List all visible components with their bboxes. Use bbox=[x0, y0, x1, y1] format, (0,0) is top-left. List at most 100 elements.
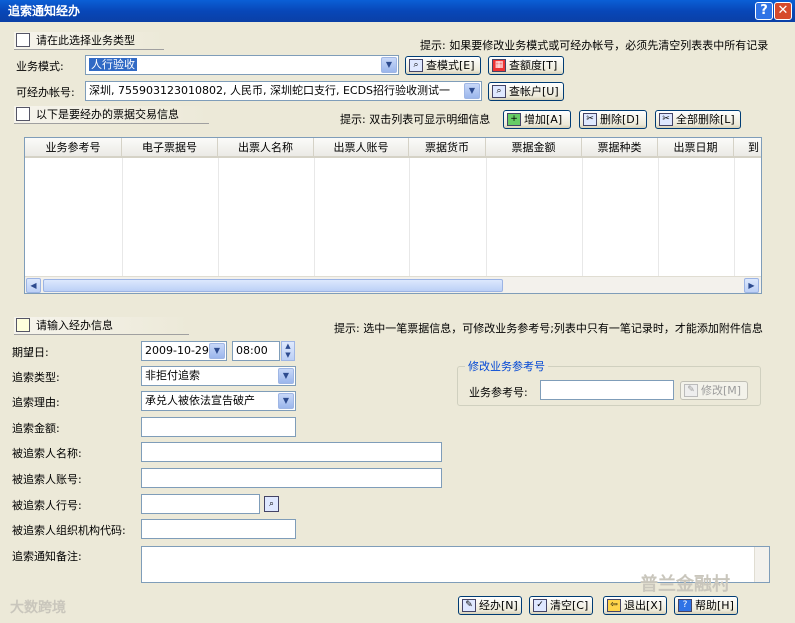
scroll-right-icon[interactable]: ▶ bbox=[744, 278, 759, 293]
query-mode-button-label: 查模式[E] bbox=[426, 59, 475, 72]
query-quota-button-label: 查额度[T] bbox=[509, 59, 558, 72]
payee-name-label: 被追索人名称: bbox=[12, 447, 82, 460]
edit-icon bbox=[16, 318, 30, 332]
input-hint: 提示: 选中一笔票据信息，可修改业务参考号;列表中只有一笔记录时，才能添加附件信… bbox=[334, 322, 763, 335]
input-header: 请输入经办信息 bbox=[36, 319, 113, 332]
bills-hint: 提示: 双击列表可显示明细信息 bbox=[340, 113, 491, 126]
delete-button[interactable]: ✂ 删除[D] bbox=[579, 110, 647, 129]
payee-org-input[interactable] bbox=[141, 519, 296, 539]
column-header[interactable]: 到 bbox=[734, 138, 761, 158]
reason-label: 追索理由: bbox=[12, 396, 60, 409]
help-button[interactable]: ? 帮助[H] bbox=[674, 596, 738, 615]
delete-all-button[interactable]: ✂ 全部删除[L] bbox=[655, 110, 741, 129]
watermark-right: 普兰金融村 bbox=[640, 574, 730, 595]
chevron-down-icon[interactable]: ▼ bbox=[381, 57, 397, 73]
payee-name-input[interactable] bbox=[141, 442, 442, 462]
add-button-label: 增加[A] bbox=[524, 113, 563, 126]
chevron-down-icon[interactable]: ▼ bbox=[278, 393, 294, 409]
account-label: 可经办帐号: bbox=[16, 86, 75, 99]
submit-button-label: 经办[N] bbox=[479, 599, 518, 612]
due-date-picker[interactable]: 2009-10-29 ▼ bbox=[141, 341, 227, 361]
account-value: 深圳, 755903123010802, 人民币, 深圳蛇口支行, ECDS招行… bbox=[89, 84, 451, 97]
time-spinner[interactable]: ▲ ▼ bbox=[281, 341, 295, 361]
query-mode-button[interactable]: ⌕ 查模式[E] bbox=[405, 56, 481, 75]
modify-button-label: 修改[M] bbox=[701, 384, 742, 397]
business-type-hint: 提示: 如果要修改业务模式或可经办帐号，必须先清空列表表中所有记录 bbox=[420, 39, 769, 52]
column-header[interactable]: 出票人名称 bbox=[218, 138, 314, 158]
payee-account-input[interactable] bbox=[141, 468, 442, 488]
bills-section: 以下是要经办的票据交易信息 bbox=[14, 106, 209, 124]
document-icon bbox=[16, 33, 30, 47]
business-mode-label: 业务模式: bbox=[16, 60, 64, 73]
scroll-left-icon[interactable]: ◀ bbox=[26, 278, 41, 293]
column-header[interactable]: 出票人账号 bbox=[314, 138, 409, 158]
scissors-icon: ✂ bbox=[583, 113, 597, 126]
submit-button[interactable]: ✎ 经办[N] bbox=[458, 596, 522, 615]
query-quota-button[interactable]: ▦ 查额度[T] bbox=[488, 56, 564, 75]
column-header[interactable]: 出票日期 bbox=[658, 138, 734, 158]
payee-org-label: 被追索人组织机构代码: bbox=[12, 524, 126, 537]
clear-button[interactable]: ✓ 清空[C] bbox=[529, 596, 593, 615]
help-window-button[interactable]: ? bbox=[755, 2, 773, 20]
column-header[interactable]: 业务参考号 bbox=[25, 138, 122, 158]
payee-account-label: 被追索人账号: bbox=[12, 473, 82, 486]
payee-bank-input[interactable] bbox=[141, 494, 260, 514]
type-label: 追索类型: bbox=[12, 371, 60, 384]
ref-input[interactable] bbox=[540, 380, 674, 400]
input-section: 请输入经办信息 bbox=[14, 317, 189, 335]
due-date-label: 期望日: bbox=[12, 346, 49, 359]
help-icon: ? bbox=[678, 599, 692, 612]
exit-button-label: 退出[X] bbox=[624, 599, 663, 612]
due-time-value: 08:00 bbox=[236, 344, 268, 357]
modify-icon: ✎ bbox=[684, 384, 698, 397]
modify-ref-title: 修改业务参考号 bbox=[465, 358, 548, 374]
watermark-left: 大数跨境 bbox=[10, 600, 66, 616]
table-header: 业务参考号 电子票据号 出票人名称 出票人账号 票据货币 票据金额 票据种类 出… bbox=[25, 138, 761, 158]
query-account-button[interactable]: ⌕ 查帐户[U] bbox=[488, 82, 564, 101]
column-header[interactable]: 票据种类 bbox=[582, 138, 658, 158]
list-icon bbox=[16, 107, 30, 121]
business-mode-value: 人行验收 bbox=[89, 58, 137, 71]
scissors-icon: ✂ bbox=[659, 113, 673, 126]
bills-table[interactable]: 业务参考号 电子票据号 出票人名称 出票人账号 票据货币 票据金额 票据种类 出… bbox=[24, 137, 762, 294]
column-header[interactable]: 票据货币 bbox=[409, 138, 486, 158]
clear-icon: ✓ bbox=[533, 599, 547, 612]
bills-header: 以下是要经办的票据交易信息 bbox=[36, 108, 179, 121]
horizontal-scrollbar[interactable]: ◀ ▶ bbox=[25, 276, 761, 293]
search-icon: ⌕ bbox=[409, 59, 423, 72]
chevron-down-icon[interactable]: ▼ bbox=[209, 343, 225, 359]
amount-input[interactable] bbox=[141, 417, 296, 437]
vertical-scrollbar[interactable] bbox=[754, 547, 769, 582]
delete-all-button-label: 全部删除[L] bbox=[676, 113, 735, 126]
quota-icon: ▦ bbox=[492, 59, 506, 72]
payee-bank-label: 被追索人行号: bbox=[12, 499, 82, 512]
column-header[interactable]: 电子票据号 bbox=[122, 138, 218, 158]
add-icon: + bbox=[507, 113, 521, 126]
due-time-field[interactable]: 08:00 bbox=[232, 341, 280, 361]
chevron-down-icon[interactable]: ▼ bbox=[278, 368, 294, 384]
clear-button-label: 清空[C] bbox=[550, 599, 589, 612]
due-date-value: 2009-10-29 bbox=[145, 344, 209, 357]
amount-label: 追索金额: bbox=[12, 422, 60, 435]
business-mode-select[interactable]: 人行验收 ▼ bbox=[85, 55, 399, 75]
close-window-button[interactable]: ✕ bbox=[774, 2, 792, 20]
query-account-button-label: 查帐户[U] bbox=[509, 85, 559, 98]
exit-button[interactable]: ⇦ 退出[X] bbox=[603, 596, 667, 615]
help-button-label: 帮助[H] bbox=[695, 599, 734, 612]
reason-select[interactable]: 承兑人被依法宣告破产 ▼ bbox=[141, 391, 296, 411]
account-icon: ⌕ bbox=[492, 85, 506, 98]
business-type-section: 请在此选择业务类型 bbox=[14, 32, 164, 50]
window-title: 追索通知经办 bbox=[0, 0, 795, 22]
reason-value: 承兑人被依法宣告破产 bbox=[145, 394, 255, 407]
account-select[interactable]: 深圳, 755903123010802, 人民币, 深圳蛇口支行, ECDS招行… bbox=[85, 81, 482, 101]
chevron-down-icon[interactable]: ▼ bbox=[464, 83, 480, 99]
modify-button[interactable]: ✎ 修改[M] bbox=[680, 381, 748, 400]
type-select[interactable]: 非拒付追索 ▼ bbox=[141, 366, 296, 386]
exit-icon: ⇦ bbox=[607, 599, 621, 612]
scroll-thumb[interactable] bbox=[43, 279, 503, 292]
lookup-icon[interactable]: ⌕ bbox=[264, 496, 279, 512]
column-header[interactable]: 票据金额 bbox=[486, 138, 582, 158]
business-type-header: 请在此选择业务类型 bbox=[36, 34, 135, 47]
add-button[interactable]: + 增加[A] bbox=[503, 110, 571, 129]
type-value: 非拒付追索 bbox=[145, 369, 200, 382]
